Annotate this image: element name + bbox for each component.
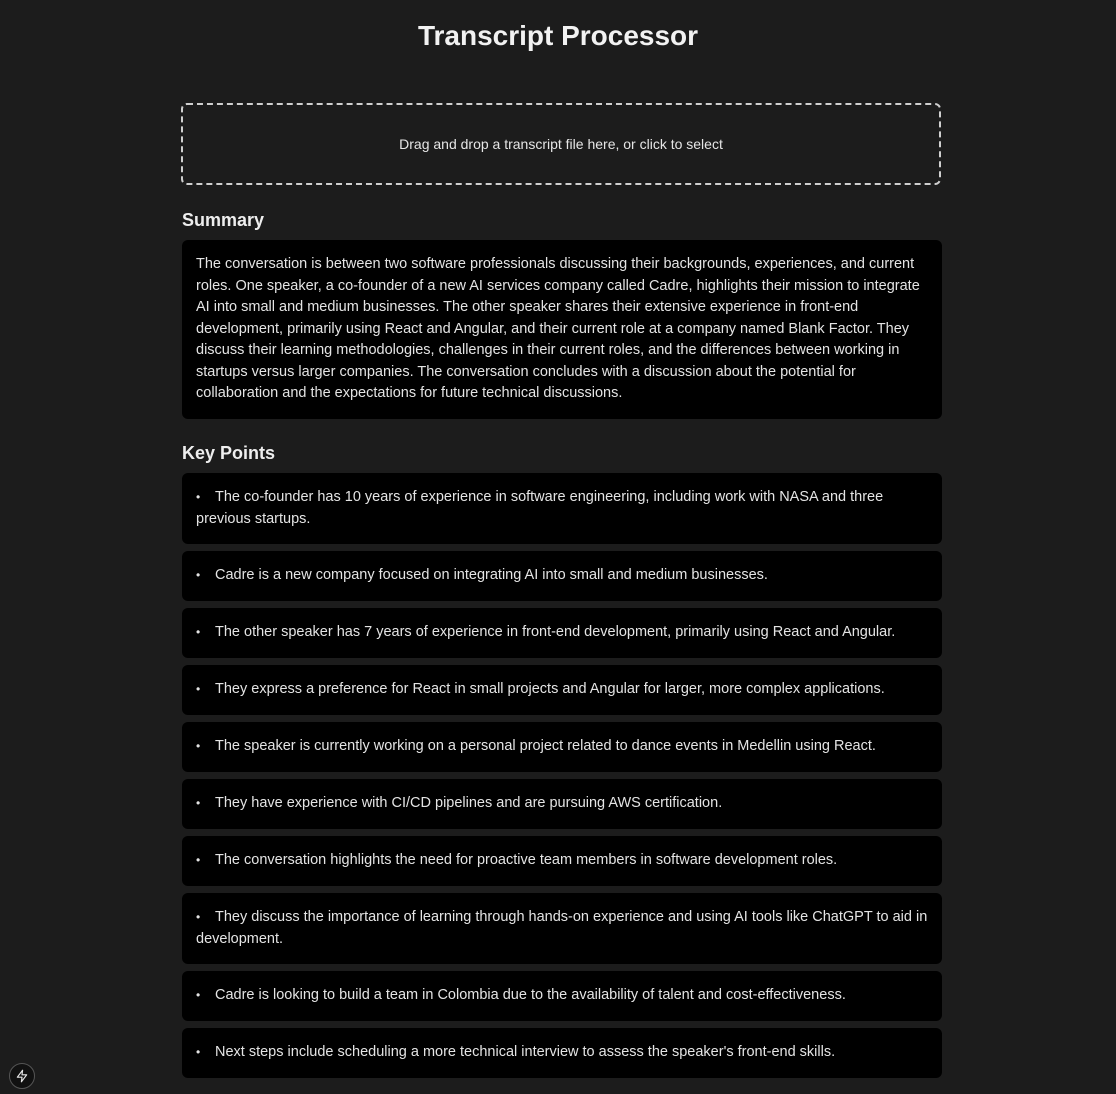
key-point-text: They have experience with CI/CD pipeline… bbox=[215, 795, 723, 811]
key-point-item: • The speaker is currently working on a p… bbox=[182, 722, 942, 772]
bullet-icon: • bbox=[196, 1045, 201, 1059]
bullet-icon: • bbox=[196, 853, 201, 867]
key-point-text: They express a preference for React in s… bbox=[215, 681, 885, 697]
bullet-icon: • bbox=[196, 796, 201, 810]
key-point-text: The co-founder has 10 years of experienc… bbox=[196, 489, 884, 527]
bullet-icon: • bbox=[196, 910, 201, 924]
key-point-item: • The co-founder has 10 years of experien… bbox=[182, 473, 942, 544]
summary-heading: Summary bbox=[182, 210, 265, 230]
file-dropzone[interactable]: Drag and drop a transcript file here, or… bbox=[181, 103, 941, 185]
key-points-list: • The co-founder has 10 years of experien… bbox=[182, 473, 942, 1085]
bullet-icon: • bbox=[196, 568, 201, 582]
key-point-item: • They discuss the importance of learning… bbox=[182, 893, 942, 964]
key-point-text: Cadre is a new company focused on integr… bbox=[215, 567, 768, 583]
page-title: Transcript Processor bbox=[417, 20, 699, 51]
key-points-heading: Key Points bbox=[182, 443, 276, 463]
bullet-icon: • bbox=[196, 625, 201, 639]
dropzone-label: Drag and drop a transcript file here, or… bbox=[399, 136, 723, 152]
bullet-icon: • bbox=[196, 682, 201, 696]
bullet-icon: • bbox=[196, 988, 201, 1002]
key-point-item: • Next steps include scheduling a more te… bbox=[182, 1028, 942, 1078]
key-point-item: • They express a preference for React in … bbox=[182, 665, 942, 715]
dev-tools-button[interactable] bbox=[9, 1063, 35, 1089]
key-point-item: • Cadre is looking to build a team in Col… bbox=[182, 971, 942, 1021]
key-point-text: The other speaker has 7 years of experie… bbox=[215, 624, 896, 640]
key-point-item: • The conversation highlights the need fo… bbox=[182, 836, 942, 886]
bullet-icon: • bbox=[196, 739, 201, 753]
key-point-item: • Cadre is a new company focused on integ… bbox=[182, 551, 942, 601]
key-point-item: • The other speaker has 7 years of experi… bbox=[182, 608, 942, 658]
bullet-icon: • bbox=[196, 490, 201, 504]
key-point-text: They discuss the importance of learning … bbox=[196, 909, 928, 947]
key-point-text: Next steps include scheduling a more tec… bbox=[215, 1044, 836, 1060]
key-point-text: The conversation highlights the need for… bbox=[215, 852, 838, 868]
key-point-item: • They have experience with CI/CD pipelin… bbox=[182, 779, 942, 829]
key-point-text: The speaker is currently working on a pe… bbox=[215, 738, 876, 754]
key-point-text: Cadre is looking to build a team in Colo… bbox=[215, 987, 846, 1003]
page: Transcript Processor Drag and drop a tra… bbox=[0, 0, 1116, 1094]
lightning-bolt-icon bbox=[16, 1069, 28, 1083]
summary-text: The conversation is between two software… bbox=[182, 240, 942, 419]
